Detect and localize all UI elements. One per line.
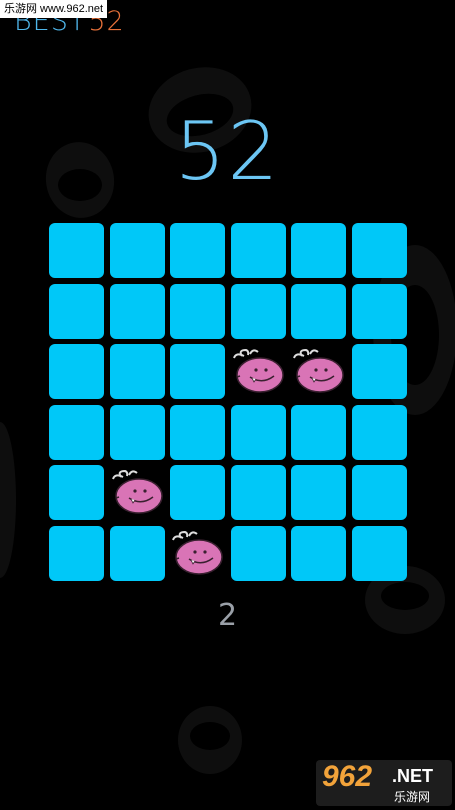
grid-cell-tile[interactable] [170,465,225,520]
current-score: 52 [174,105,281,198]
grid-cell-tile[interactable] [170,404,225,460]
site-logo: 962 .NET 乐游网 [316,760,452,806]
grid-cell-creature[interactable] [291,344,346,399]
grid-cell-tile[interactable] [230,404,286,460]
grid-cell-tile[interactable] [230,525,286,581]
grid-cell-tile[interactable] [351,283,407,339]
logo-subtitle: 乐游网 [394,790,431,804]
grid-cell-tile[interactable] [49,283,104,339]
grid-cell-tile[interactable] [109,344,165,399]
grid-cell-tile[interactable] [49,465,104,520]
grid-cell-tile[interactable] [109,223,165,278]
grid-cell-creature[interactable] [170,526,225,581]
grid-cell-tile[interactable] [109,283,165,339]
level-number: 2 [217,598,238,633]
grid-cell-tile[interactable] [351,223,407,278]
grid-cell-tile[interactable] [170,344,225,399]
logo-domain: .NET [392,766,434,786]
grid-cell-tile[interactable] [49,344,104,399]
toothless-mouth-icon [0,422,16,578]
grid-cell-creature[interactable] [110,465,165,520]
grid-cell-tile[interactable] [351,344,407,399]
grid-cell-tile[interactable] [170,223,225,278]
toothless-mouth-icon [178,706,242,774]
grid-cell-tile[interactable] [109,525,165,581]
grid-cell-creature[interactable] [231,344,286,399]
grid-cell-tile[interactable] [109,404,165,460]
grid-cell-tile[interactable] [49,525,104,581]
grid-cell-tile[interactable] [351,465,407,520]
grid-cell-tile[interactable] [291,283,346,339]
grid-cell-tile[interactable] [291,404,346,460]
grid-cell-tile[interactable] [291,223,346,278]
grid-cell-tile[interactable] [291,525,346,581]
grid-cell-tile[interactable] [49,404,104,460]
watermark-banner: 乐游网 www.962.net [0,0,108,18]
grid-cell-tile[interactable] [230,283,286,339]
logo-number: 962 [322,760,373,793]
grid-cell-tile[interactable] [49,223,104,278]
grid-cell-tile[interactable] [230,465,286,520]
grid-cell-tile[interactable] [291,465,346,520]
game-grid [49,223,407,581]
grid-cell-tile[interactable] [230,223,286,278]
grid-cell-tile[interactable] [351,525,407,581]
grid-cell-tile[interactable] [351,404,407,460]
grid-cell-tile[interactable] [170,283,225,339]
